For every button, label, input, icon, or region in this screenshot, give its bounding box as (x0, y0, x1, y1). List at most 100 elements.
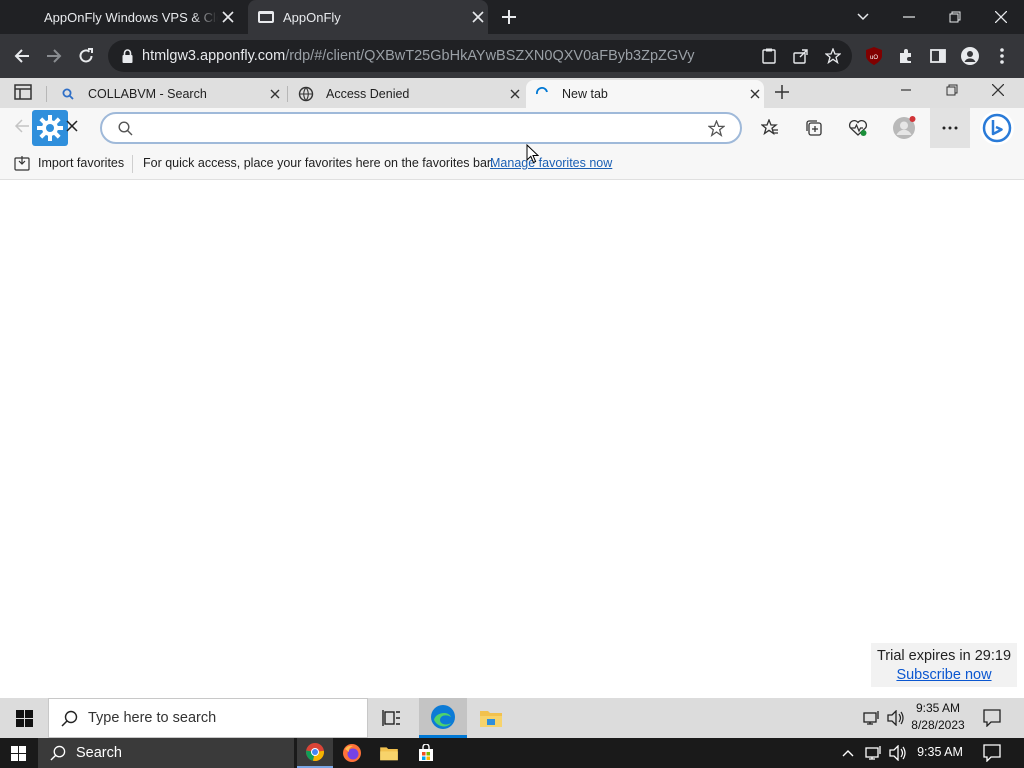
remote-search-box[interactable]: Type here to search (48, 698, 368, 738)
host-tab-title: AppOnFly (283, 9, 341, 25)
firefox-icon (343, 744, 361, 762)
url-path: /rdp/#/client/QXBwT25GbHkAYwBSZXN0QXV0aF… (285, 48, 695, 64)
close-icon[interactable] (266, 85, 284, 103)
close-icon[interactable] (506, 85, 524, 103)
forward-button[interactable] (42, 44, 66, 68)
close-icon[interactable] (746, 85, 764, 103)
reload-button[interactable] (74, 44, 98, 68)
close-icon[interactable] (218, 7, 238, 27)
host-tab-apponfly[interactable]: AppOnFly (248, 0, 488, 34)
bing-icon (982, 113, 1012, 143)
remote-search-placeholder: Type here to search (88, 710, 217, 726)
edge-icon (431, 704, 455, 729)
settings-app-icon[interactable] (32, 110, 68, 146)
arrow-left-icon (14, 119, 29, 133)
remote-desktop-view[interactable]: COLLABVM - Search Access Denied New tab (0, 78, 1024, 738)
subscribe-link[interactable]: Subscribe now (896, 667, 991, 683)
remote-taskbar: Type here to search 9:35 AM 8/28/2023 (0, 698, 1024, 738)
edge-restore-button[interactable] (946, 84, 964, 102)
edge-new-tab-button[interactable] (774, 84, 792, 102)
edge-minimize-button[interactable] (900, 84, 918, 102)
extensions-button[interactable] (894, 44, 918, 68)
share-icon[interactable] (792, 47, 810, 65)
favorites-star-icon (761, 119, 778, 136)
bing-chat-button[interactable] (980, 111, 1014, 145)
taskbar-firefox-button[interactable] (334, 738, 370, 768)
add-favorite-star-icon[interactable] (708, 120, 725, 137)
taskbar-explorer-button[interactable] (467, 698, 515, 738)
trial-badge: Trial expires in 29:19 Subscribe now (871, 643, 1017, 687)
edge-address-input[interactable] (138, 119, 698, 139)
edge-tab-new-tab[interactable]: New tab (526, 80, 764, 108)
ublock-extension-button[interactable]: uO (862, 44, 886, 68)
tab-search-button[interactable] (850, 4, 876, 30)
close-icon[interactable] (468, 7, 488, 27)
remote-clock[interactable]: 9:35 AM 8/28/2023 (910, 700, 966, 736)
host-clock[interactable]: 9:35 AM (912, 745, 968, 759)
side-panel-icon (930, 49, 946, 63)
edge-tab-access-denied[interactable]: Access Denied (294, 80, 524, 108)
manage-favorites-link[interactable]: Manage favorites now (490, 156, 612, 170)
network-icon[interactable] (858, 698, 886, 738)
edge-close-button[interactable] (992, 84, 1010, 102)
notification-icon (983, 709, 1001, 727)
notifications-button[interactable] (970, 698, 1014, 738)
new-tab-button[interactable] (498, 6, 520, 28)
close-icon (992, 84, 1004, 96)
taskbar-explorer-button[interactable] (371, 738, 407, 768)
host-tab-apponfly-vps[interactable]: AppOnFly Windows VPS & Cloud (12, 0, 244, 34)
task-view-button[interactable] (368, 698, 416, 738)
back-button[interactable] (10, 44, 34, 68)
puzzle-icon (900, 49, 911, 63)
host-search-label: Search (76, 745, 122, 761)
favorites-button[interactable] (758, 116, 782, 140)
clipboard-icon[interactable] (760, 47, 778, 65)
start-button[interactable] (0, 698, 48, 738)
lock-icon[interactable] (118, 47, 136, 65)
taskbar-store-button[interactable] (408, 738, 444, 768)
volume-icon[interactable] (884, 738, 912, 768)
minimize-button[interactable] (896, 4, 922, 30)
browser-essentials-button[interactable] (846, 116, 870, 140)
settings-and-more-button[interactable] (930, 108, 970, 148)
menu-button[interactable] (990, 44, 1014, 68)
favorites-bar-message: For quick access, place your favorites h… (143, 156, 494, 170)
task-view-icon (382, 710, 400, 726)
search-icon (50, 745, 66, 761)
edge-profile-button[interactable] (892, 116, 916, 140)
more-horizontal-icon (942, 126, 958, 130)
taskbar-chrome-button[interactable] (297, 738, 333, 768)
host-address-bar[interactable]: htmlgw3.apponfly.com/rdp/#/client/QXBwT2… (108, 40, 852, 72)
import-favorites-button[interactable]: Import favorites (38, 156, 124, 170)
tab-actions-button[interactable] (14, 84, 34, 102)
collections-button[interactable] (802, 116, 826, 140)
host-start-button[interactable] (0, 738, 36, 768)
bookmark-star-icon[interactable] (824, 47, 842, 65)
plus-icon (775, 85, 789, 99)
stop-loading-button[interactable] (66, 120, 80, 134)
arrow-left-icon (14, 49, 29, 63)
collections-icon (806, 120, 822, 136)
tab-actions-icon (14, 84, 32, 100)
show-hidden-icons-button[interactable] (834, 738, 862, 768)
close-window-button[interactable] (988, 4, 1014, 30)
restore-icon (946, 84, 958, 96)
edge-back-button[interactable] (14, 118, 34, 138)
host-notifications-button[interactable] (974, 738, 1010, 768)
volume-icon[interactable] (884, 698, 908, 738)
host-search-box[interactable]: Search (38, 738, 294, 768)
windows-logo-icon (15, 709, 33, 727)
side-panel-button[interactable] (926, 44, 950, 68)
edge-tab-collabvm[interactable]: COLLABVM - Search (54, 80, 284, 108)
favbar-divider (132, 155, 133, 173)
favorites-bar: Import favorites For quick access, place… (0, 148, 1024, 180)
trial-expiry-text: Trial expires in 29:19 (876, 648, 1012, 664)
edge-toolbar (0, 108, 1024, 148)
chevron-down-icon (857, 13, 869, 21)
profile-button[interactable] (958, 44, 982, 68)
url-domain: htmlgw3.apponfly.com (142, 48, 286, 64)
profile-icon (893, 116, 916, 139)
edge-address-bar[interactable] (100, 112, 742, 144)
taskbar-edge-button[interactable] (419, 698, 467, 738)
restore-button[interactable] (942, 4, 968, 30)
